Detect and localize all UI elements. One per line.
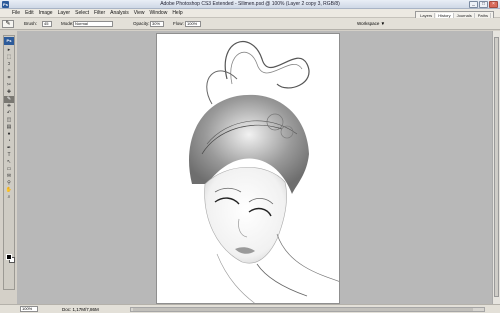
tool-preset-picker[interactable]: ✎ [2,20,14,28]
brush-icon[interactable]: ✎ [4,96,14,103]
flow-field[interactable]: 100% [185,21,201,27]
menu-filter[interactable]: Filter [94,10,105,16]
menu-view[interactable]: View [134,10,145,16]
mode-label: Mode: [61,21,74,26]
menu-window[interactable]: Window [150,10,168,16]
flow-label: Flow: [173,21,184,26]
vertical-scrollbar[interactable] [492,31,500,304]
move-icon[interactable]: ▸ [4,47,14,54]
menu-edit[interactable]: Edit [25,10,34,16]
close-button[interactable]: × [489,1,498,8]
title-bar: Ps Adobe Photoshop CS3 Extended - Sllime… [0,0,500,9]
blur-icon[interactable]: ● [4,131,14,138]
image-canvas[interactable] [156,33,340,304]
history-brush-icon[interactable]: ↶ [4,110,14,117]
menu-image[interactable]: Image [39,10,53,16]
zoom-field[interactable]: 100% [20,306,38,312]
gradient-icon[interactable]: ▤ [4,124,14,131]
brush-label: Brush: [24,21,38,26]
menu-select[interactable]: Select [75,10,89,16]
type-icon[interactable]: T [4,152,14,159]
stamp-icon[interactable]: ⎈ [4,103,14,110]
maximize-button[interactable]: □ [479,1,488,8]
options-bar: ✎ Brush: 45 Mode: Normal Opacity: 30% Fl… [0,18,500,30]
window-controls: _ □ × [469,1,498,8]
horizontal-scroll-thumb[interactable] [133,308,473,311]
lasso-icon[interactable]: ↄ [4,61,14,68]
eraser-icon[interactable]: ◫ [4,117,14,124]
menu-analysis[interactable]: Analysis [110,10,129,16]
vertical-scroll-thumb[interactable] [494,37,499,297]
dodge-icon[interactable]: ◔ [4,138,14,145]
menu-help[interactable]: Help [172,10,182,16]
workspace-menu[interactable]: Workspace ▼ [357,21,385,26]
status-bar: 100% Doc: 1,17M/7,86M [0,304,500,313]
opacity-field[interactable]: 30% [150,21,164,27]
brush-icon: ✎ [5,21,11,27]
slice-icon[interactable]: ✂ [4,82,14,89]
mode-select[interactable]: Normal [73,21,113,27]
tool-list: ▸ ⬚ ↄ ✧ ⌗ ✂ ✚ ✎ ⎈ ↶ ◫ ▤ ● ◔ ✒ T ↖ ▭ ✉ ⚲ ✋ ⌕ [4,47,14,201]
brush-size-picker[interactable]: 45 [42,21,52,27]
portrait-artwork [189,41,339,303]
foreground-color-swatch[interactable] [6,254,12,260]
tools-logo: Ps [4,37,14,45]
path-select-icon[interactable]: ↖ [4,159,14,166]
window-title: Adobe Photoshop CS3 Extended - Sllimen.p… [160,1,340,7]
minimize-button[interactable]: _ [469,1,478,8]
shape-icon[interactable]: ▭ [4,166,14,173]
marquee-icon[interactable]: ⬚ [4,54,14,61]
hand-icon[interactable]: ✋ [4,187,14,194]
magic-wand-icon[interactable]: ✧ [4,68,14,75]
opacity-label: Opacity: [133,21,150,26]
crop-icon[interactable]: ⌗ [4,75,14,82]
tools-panel: Ps ▸ ⬚ ↄ ✧ ⌗ ✂ ✚ ✎ ⎈ ↶ ◫ ▤ ● ◔ ✒ T ↖ ▭ ✉ ⚲ ✋ ⌕ [3,35,15,290]
horizontal-scrollbar[interactable] [130,307,485,312]
eyedropper-icon[interactable]: ⚲ [4,180,14,187]
notes-icon[interactable]: ✉ [4,173,14,180]
menu-file[interactable]: File [12,10,20,16]
pen-icon[interactable]: ✒ [4,145,14,152]
healing-icon[interactable]: ✚ [4,89,14,96]
document-size-info[interactable]: Doc: 1,17M/7,86M [62,307,99,312]
zoom-icon[interactable]: ⌕ [4,194,14,201]
menu-layer[interactable]: Layer [58,10,71,16]
